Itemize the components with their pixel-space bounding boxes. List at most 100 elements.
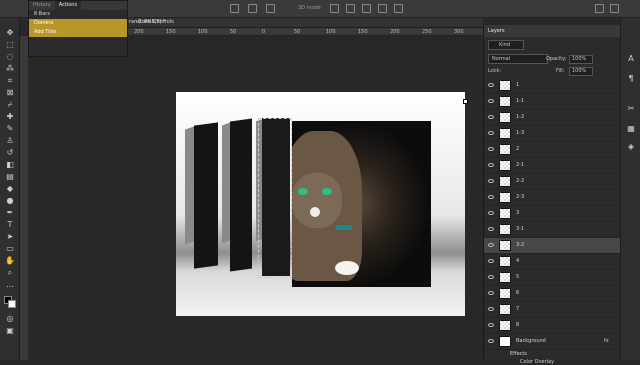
layer-row[interactable]: 2-2: [484, 174, 621, 190]
visibility-eye-icon[interactable]: [488, 275, 494, 279]
move-tool-icon[interactable]: ✥: [5, 28, 15, 38]
align-left-icon[interactable]: [230, 4, 239, 13]
healing-brush-icon[interactable]: ✚: [5, 112, 15, 122]
layer-filter-select[interactable]: Kind: [488, 40, 524, 50]
layer-row[interactable]: 3-2: [484, 238, 621, 254]
layer-name[interactable]: 7: [516, 306, 519, 312]
layer-row[interactable]: 1-2: [484, 110, 621, 126]
layers-stack-icon[interactable]: ◈: [626, 142, 636, 152]
action-item[interactable]: Add Tiles: [29, 28, 127, 37]
eraser-tool-icon[interactable]: ◧: [5, 160, 15, 170]
layer-row[interactable]: 2-3: [484, 190, 621, 206]
zoom-tool-icon[interactable]: ⌕: [5, 268, 15, 278]
shape-tool-icon[interactable]: ▭: [5, 244, 15, 254]
selection-bounding-box[interactable]: [258, 118, 292, 278]
blend-mode-select[interactable]: Normal: [488, 54, 548, 64]
quick-select-icon[interactable]: ⁂: [5, 64, 15, 74]
text-panel-icon[interactable]: A: [626, 54, 636, 64]
layer-name[interactable]: 6: [516, 290, 519, 296]
layer-name[interactable]: 2-2: [516, 178, 524, 184]
slide-icon[interactable]: [378, 4, 387, 13]
action-item[interactable]: Domino: [29, 19, 127, 28]
layer-name[interactable]: 3-1: [516, 226, 524, 232]
tab-actions[interactable]: Actions: [54, 1, 82, 10]
hand-tool-icon[interactable]: ✋: [5, 256, 15, 266]
layer-name[interactable]: 8: [516, 322, 519, 328]
layer-row[interactable]: 7: [484, 302, 621, 318]
paragraph-panel-icon[interactable]: ¶: [626, 74, 636, 84]
visibility-eye-icon[interactable]: [488, 115, 494, 119]
distribute-icon[interactable]: [266, 4, 275, 13]
roll-icon[interactable]: [346, 4, 355, 13]
crop-tool-icon[interactable]: ⌗: [5, 76, 15, 86]
background-color-swatch[interactable]: [8, 300, 16, 308]
layer-row[interactable]: 3-1: [484, 222, 621, 238]
layer-name[interactable]: 2-3: [516, 194, 524, 200]
layer-effects-badge[interactable]: fx: [604, 338, 609, 344]
gradient-tool-icon[interactable]: ▤: [5, 172, 15, 182]
layer-name[interactable]: 4: [516, 258, 519, 264]
workspace-icon[interactable]: [610, 4, 619, 13]
layer-name[interactable]: 1: [516, 82, 519, 88]
layer-row[interactable]: 2: [484, 142, 621, 158]
layer-name[interactable]: 3: [516, 210, 519, 216]
more-tools-icon[interactable]: …: [5, 280, 15, 290]
tab-history[interactable]: History: [29, 1, 55, 10]
layer-row[interactable]: 4: [484, 254, 621, 270]
action-item[interactable]: 8 Bars: [29, 10, 127, 19]
visibility-eye-icon[interactable]: [488, 163, 494, 167]
layer-row[interactable]: 1-3: [484, 126, 621, 142]
brush-tool-icon[interactable]: ✎: [5, 124, 15, 134]
visibility-eye-icon[interactable]: [488, 147, 494, 151]
layer-row[interactable]: Background fx: [484, 334, 621, 350]
layer-name[interactable]: 1-1: [516, 98, 524, 104]
quick-mask-icon[interactable]: ◎: [5, 314, 15, 324]
history-brush-icon[interactable]: ↺: [5, 148, 15, 158]
tools-panel-icon[interactable]: ✂: [626, 104, 636, 114]
layer-row[interactable]: 8: [484, 318, 621, 334]
type-tool-icon[interactable]: T: [5, 220, 15, 230]
visibility-eye-icon[interactable]: [488, 243, 494, 247]
marquee-tool-icon[interactable]: ⬚: [5, 40, 15, 50]
layer-name[interactable]: 2-1: [516, 162, 524, 168]
visibility-eye-icon[interactable]: [488, 339, 494, 343]
pen-tool-icon[interactable]: ✒: [5, 208, 15, 218]
screen-mode-icon[interactable]: ▣: [5, 326, 15, 336]
layer-row[interactable]: 5: [484, 270, 621, 286]
drag-icon[interactable]: [362, 4, 371, 13]
blur-tool-icon[interactable]: ◆: [5, 184, 15, 194]
layer-row[interactable]: 2-1: [484, 158, 621, 174]
frame-tool-icon[interactable]: ⊠: [5, 88, 15, 98]
search-icon[interactable]: [595, 4, 604, 13]
opacity-input[interactable]: 100%: [569, 55, 593, 64]
layer-name[interactable]: 3-2: [516, 242, 524, 248]
layer-row[interactable]: 3: [484, 206, 621, 222]
stamp-tool-icon[interactable]: ♙: [5, 136, 15, 146]
visibility-eye-icon[interactable]: [488, 195, 494, 199]
layer-row[interactable]: 6: [484, 286, 621, 302]
visibility-eye-icon[interactable]: [488, 83, 494, 87]
lasso-tool-icon[interactable]: ◌: [5, 52, 15, 62]
layer-row[interactable]: 1: [484, 78, 621, 94]
layer-name[interactable]: 1-2: [516, 114, 524, 120]
fill-input[interactable]: 100%: [569, 67, 593, 76]
rotate-icon[interactable]: [330, 4, 339, 13]
layers-panel-title[interactable]: Layers: [484, 25, 620, 37]
layer-name[interactable]: Background: [516, 338, 546, 344]
path-select-icon[interactable]: ➤: [5, 232, 15, 242]
visibility-eye-icon[interactable]: [488, 291, 494, 295]
visibility-eye-icon[interactable]: [488, 179, 494, 183]
visibility-eye-icon[interactable]: [488, 131, 494, 135]
layer-name[interactable]: 5: [516, 274, 519, 280]
visibility-eye-icon[interactable]: [488, 99, 494, 103]
document-tab[interactable]: -2, RGB/8) *: [136, 19, 166, 25]
visibility-eye-icon[interactable]: [488, 227, 494, 231]
visibility-eye-icon[interactable]: [488, 307, 494, 311]
layer-name[interactable]: 1-3: [516, 130, 524, 136]
visibility-eye-icon[interactable]: [488, 211, 494, 215]
eyedropper-icon[interactable]: ⌿: [5, 100, 15, 110]
visibility-eye-icon[interactable]: [488, 259, 494, 263]
layer-row[interactable]: 1-1: [484, 94, 621, 110]
scale-icon[interactable]: [394, 4, 403, 13]
align-center-icon[interactable]: [248, 4, 257, 13]
